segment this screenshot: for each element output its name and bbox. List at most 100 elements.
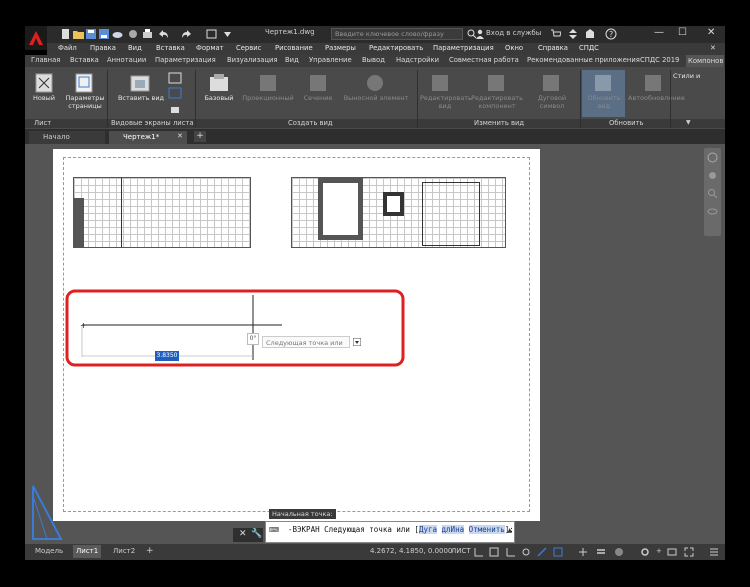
- length-input[interactable]: 3.8350: [155, 351, 179, 361]
- orbit-icon[interactable]: [707, 206, 718, 217]
- cloud-icon[interactable]: [112, 29, 123, 39]
- tab-home[interactable]: Главная: [31, 56, 60, 64]
- base-view-button[interactable]: Базовый: [200, 94, 238, 103]
- tab-collaborate[interactable]: Совместная работа: [449, 56, 519, 64]
- save-as-icon[interactable]: [99, 29, 110, 39]
- command-line[interactable]: ⌨ -ВЭКРАН Следующая точка или [Дуга длИн…: [265, 521, 515, 543]
- minimize-button[interactable]: —: [654, 27, 664, 38]
- plot-icon[interactable]: [142, 29, 153, 39]
- snap-mode-icon[interactable]: [489, 547, 499, 557]
- close-command-icon[interactable]: ✕: [239, 529, 247, 539]
- workspace-icon[interactable]: [206, 29, 217, 39]
- save-icon[interactable]: [86, 29, 97, 39]
- user-icon[interactable]: [475, 29, 485, 39]
- connect-icon[interactable]: [585, 29, 595, 39]
- steering-wheel-icon[interactable]: [707, 152, 718, 163]
- tab-layout1[interactable]: Лист1: [73, 545, 102, 558]
- update-view-button[interactable]: Обновить вид: [583, 94, 625, 110]
- tab-layout2[interactable]: Лист2: [110, 545, 138, 558]
- viewport-lock-icon[interactable]: [168, 102, 182, 114]
- fullscreen-icon[interactable]: [684, 547, 694, 557]
- close-button[interactable]: ✕: [707, 27, 715, 38]
- close-tab-icon[interactable]: ✕: [177, 132, 183, 140]
- tab-parametric[interactable]: Параметризация: [155, 56, 216, 64]
- tab-annotate[interactable]: Аннотации: [107, 56, 146, 64]
- page-setup-button[interactable]: Параметры страницы: [62, 94, 108, 110]
- menu-close-icon[interactable]: ✕: [710, 44, 716, 52]
- customize-menu-icon[interactable]: [709, 547, 719, 557]
- page-setup-icon[interactable]: [75, 73, 93, 93]
- menu-parametric[interactable]: Параметризация: [433, 44, 494, 52]
- ortho-icon[interactable]: [506, 547, 516, 557]
- help-icon[interactable]: ?: [605, 28, 617, 40]
- command-history-up-icon[interactable]: ▲: [507, 527, 512, 534]
- viewport-grid-right[interactable]: [291, 177, 506, 248]
- viewport-grid-left[interactable]: [73, 177, 251, 248]
- tab-layout[interactable]: Компоновка листа: [686, 55, 724, 67]
- menu-tools[interactable]: Сервис: [236, 44, 261, 52]
- menu-format[interactable]: Формат: [196, 44, 224, 52]
- ribbon-collapse-icon[interactable]: ▼: [686, 119, 691, 126]
- tab-start[interactable]: Начало: [29, 131, 105, 144]
- share-icon[interactable]: [128, 29, 139, 39]
- update-view-icon[interactable]: [593, 73, 613, 93]
- option-undo[interactable]: Отменить: [468, 525, 505, 534]
- tab-output[interactable]: Вывод: [362, 56, 385, 64]
- base-view-icon[interactable]: [208, 73, 230, 93]
- menu-dimension[interactable]: Размеры: [325, 44, 356, 52]
- new-layout-icon[interactable]: [35, 73, 53, 93]
- pan-icon[interactable]: [707, 170, 718, 181]
- cart-icon[interactable]: [551, 29, 561, 39]
- lineweight-icon[interactable]: [596, 547, 606, 557]
- navigation-bar[interactable]: [704, 148, 721, 236]
- search-input[interactable]: Введите ключевое слово/фразу: [331, 28, 463, 40]
- new-tab-button[interactable]: +: [194, 131, 206, 142]
- customize-command-icon[interactable]: 🔧: [251, 529, 262, 539]
- insert-view-icon[interactable]: [130, 73, 150, 93]
- menu-insert[interactable]: Вставка: [156, 44, 185, 52]
- open-folder-icon[interactable]: [73, 29, 84, 39]
- polar-tracking-icon[interactable]: [537, 547, 547, 557]
- option-arc[interactable]: Дуга: [418, 525, 438, 534]
- menu-window[interactable]: Окно: [505, 44, 523, 52]
- menu-help[interactable]: Справка: [538, 44, 568, 52]
- zoom-icon[interactable]: [707, 188, 718, 199]
- object-snap-tracking-icon[interactable]: [578, 547, 588, 557]
- tab-insert[interactable]: Вставка: [70, 56, 99, 64]
- viewport-clip-icon[interactable]: [168, 87, 182, 99]
- application-menu-button[interactable]: [25, 26, 47, 50]
- new-layout-button[interactable]: Новый: [29, 94, 59, 103]
- menu-view[interactable]: Вид: [128, 44, 142, 52]
- redo-icon[interactable]: [181, 29, 192, 39]
- angle-input[interactable]: 0°: [247, 333, 259, 345]
- annotation-monitor-icon[interactable]: [667, 547, 677, 557]
- infer-constraints-icon[interactable]: [521, 547, 531, 557]
- settings-gear-icon[interactable]: [640, 547, 650, 557]
- menu-draw[interactable]: Рисование: [275, 44, 313, 52]
- signin-link[interactable]: Вход в службы: [486, 29, 541, 37]
- menu-modify[interactable]: Редактировать: [369, 44, 423, 52]
- options-down-icon[interactable]: [353, 338, 361, 346]
- tab-addins[interactable]: Надстройки: [396, 56, 439, 64]
- tab-spds-2019[interactable]: СПДС 2019: [640, 56, 679, 64]
- tab-featured-apps[interactable]: Рекомендованные приложения: [527, 56, 640, 64]
- maximize-button[interactable]: ☐: [678, 27, 687, 38]
- transparency-icon[interactable]: [614, 547, 624, 557]
- tab-drawing1[interactable]: Чертеж1*: [109, 131, 187, 144]
- add-layout-button[interactable]: +: [143, 545, 157, 558]
- tab-model[interactable]: Модель: [32, 545, 66, 558]
- tab-visualize[interactable]: Визуализация: [227, 56, 278, 64]
- option-length[interactable]: длИна: [441, 525, 465, 534]
- viewport-rect-icon[interactable]: [168, 72, 182, 84]
- new-file-icon[interactable]: [60, 29, 71, 39]
- menu-spds[interactable]: СПДС: [579, 44, 599, 52]
- styles-button[interactable]: Стили и: [673, 72, 723, 81]
- menu-file[interactable]: Файл: [58, 44, 77, 52]
- customize-dropdown-icon[interactable]: [222, 29, 233, 39]
- grid-snap-icon[interactable]: [474, 547, 484, 557]
- object-snap-icon[interactable]: [553, 547, 563, 557]
- insert-view-button[interactable]: Вставить вид: [116, 94, 166, 103]
- tab-view[interactable]: Вид: [285, 56, 299, 64]
- undo-icon[interactable]: [158, 29, 169, 39]
- paper-space-toggle[interactable]: ЛИСТ: [448, 545, 474, 558]
